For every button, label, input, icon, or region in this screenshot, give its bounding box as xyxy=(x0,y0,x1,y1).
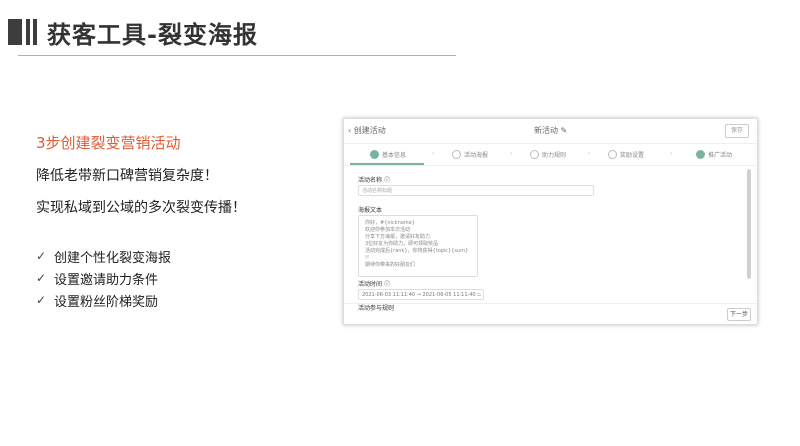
page-title: 获客工具-裂变海报 xyxy=(47,20,258,49)
check-item-label: 设置邀请助力条件 xyxy=(54,272,159,288)
check-icon: ✓ xyxy=(36,271,47,285)
poster-text-textarea[interactable]: 你好，#{nickname} 欢迎你参加本次活动 分享下方海报，邀请好友助力 3… xyxy=(358,215,478,277)
activity-name-input[interactable]: 活动名称标题 xyxy=(358,185,594,196)
step-dot-icon xyxy=(452,150,461,159)
check-item: ✓ 设置邀请助力条件 xyxy=(36,267,336,289)
info-icon: ⓘ xyxy=(383,281,390,288)
tagline-2: 实现私域到公域的多次裂变传播！ xyxy=(36,200,246,216)
step-dot-icon xyxy=(530,150,539,159)
info-icon: ⓘ xyxy=(383,177,390,184)
step-dot-icon xyxy=(370,150,379,159)
step-title: 3步创建裂变营销活动 xyxy=(36,134,181,152)
step-rewards[interactable]: 奖励设置 xyxy=(608,150,644,159)
app-topbar: ‹ 创建活动 新活动 ✎ 保存 xyxy=(344,119,757,144)
feature-description: 3步创建裂变营销活动 降低老带新口碑营销复杂度！ 实现私域到公域的多次裂变传播！… xyxy=(36,132,336,311)
check-item-label: 设置粉丝阶梯奖励 xyxy=(54,294,159,310)
app-screenshot: ‹ 创建活动 新活动 ✎ 保存 基本信息 › 活动海报 › 助力规则 › 奖励设… xyxy=(343,118,758,325)
chevron-right-icon: › xyxy=(670,150,673,157)
check-item-label: 创建个性化裂变海报 xyxy=(54,250,172,266)
chevron-right-icon: › xyxy=(588,150,591,157)
scrollbar[interactable] xyxy=(747,169,751,279)
app-footer: 下一步 xyxy=(344,303,757,324)
activity-title: 新活动 ✎ xyxy=(534,126,568,135)
check-icon: ✓ xyxy=(36,293,47,307)
activity-time-range[interactable]: 2021-06-03 11:11:40 → 2021-06-05 11:11:4… xyxy=(358,289,484,300)
back-link[interactable]: ‹ 创建活动 xyxy=(348,125,386,136)
active-step-underline xyxy=(350,163,424,165)
chevron-right-icon: › xyxy=(432,150,435,157)
check-item: ✓ 设置粉丝阶梯奖励 xyxy=(36,289,336,311)
header-block-icon xyxy=(8,19,22,45)
save-button[interactable]: 保存 xyxy=(725,124,749,138)
step-rules[interactable]: 助力规则 xyxy=(530,150,566,159)
activity-time-label: 活动时间 ⓘ xyxy=(358,281,390,288)
activity-name-label: 活动名称 ⓘ xyxy=(358,177,390,184)
step-poster[interactable]: 活动海报 xyxy=(452,150,488,159)
feature-checklist: ✓ 创建个性化裂变海报 ✓ 设置邀请助力条件 ✓ 设置粉丝阶梯奖励 xyxy=(36,245,336,311)
header-bar-icon xyxy=(33,19,37,45)
poster-text-label: 海报文本 xyxy=(358,207,383,214)
step-dot-icon xyxy=(696,150,705,159)
check-icon: ✓ xyxy=(36,249,47,263)
edit-icon[interactable]: ✎ xyxy=(561,126,568,135)
tagline-1: 降低老带新口碑营销复杂度！ xyxy=(36,168,218,184)
next-step-button[interactable]: 下一步 xyxy=(727,308,751,321)
header-bar-icon xyxy=(26,19,30,45)
page-header: 获客工具-裂变海报 xyxy=(8,14,258,50)
header-divider xyxy=(18,55,456,56)
step-dot-icon xyxy=(608,150,617,159)
step-basic-info[interactable]: 基本信息 xyxy=(370,150,406,159)
calendar-icon: ▫ xyxy=(477,292,481,298)
check-item: ✓ 创建个性化裂变海报 xyxy=(36,245,336,267)
step-promote[interactable]: 推广活动 xyxy=(696,150,732,159)
chevron-right-icon: › xyxy=(510,150,513,157)
